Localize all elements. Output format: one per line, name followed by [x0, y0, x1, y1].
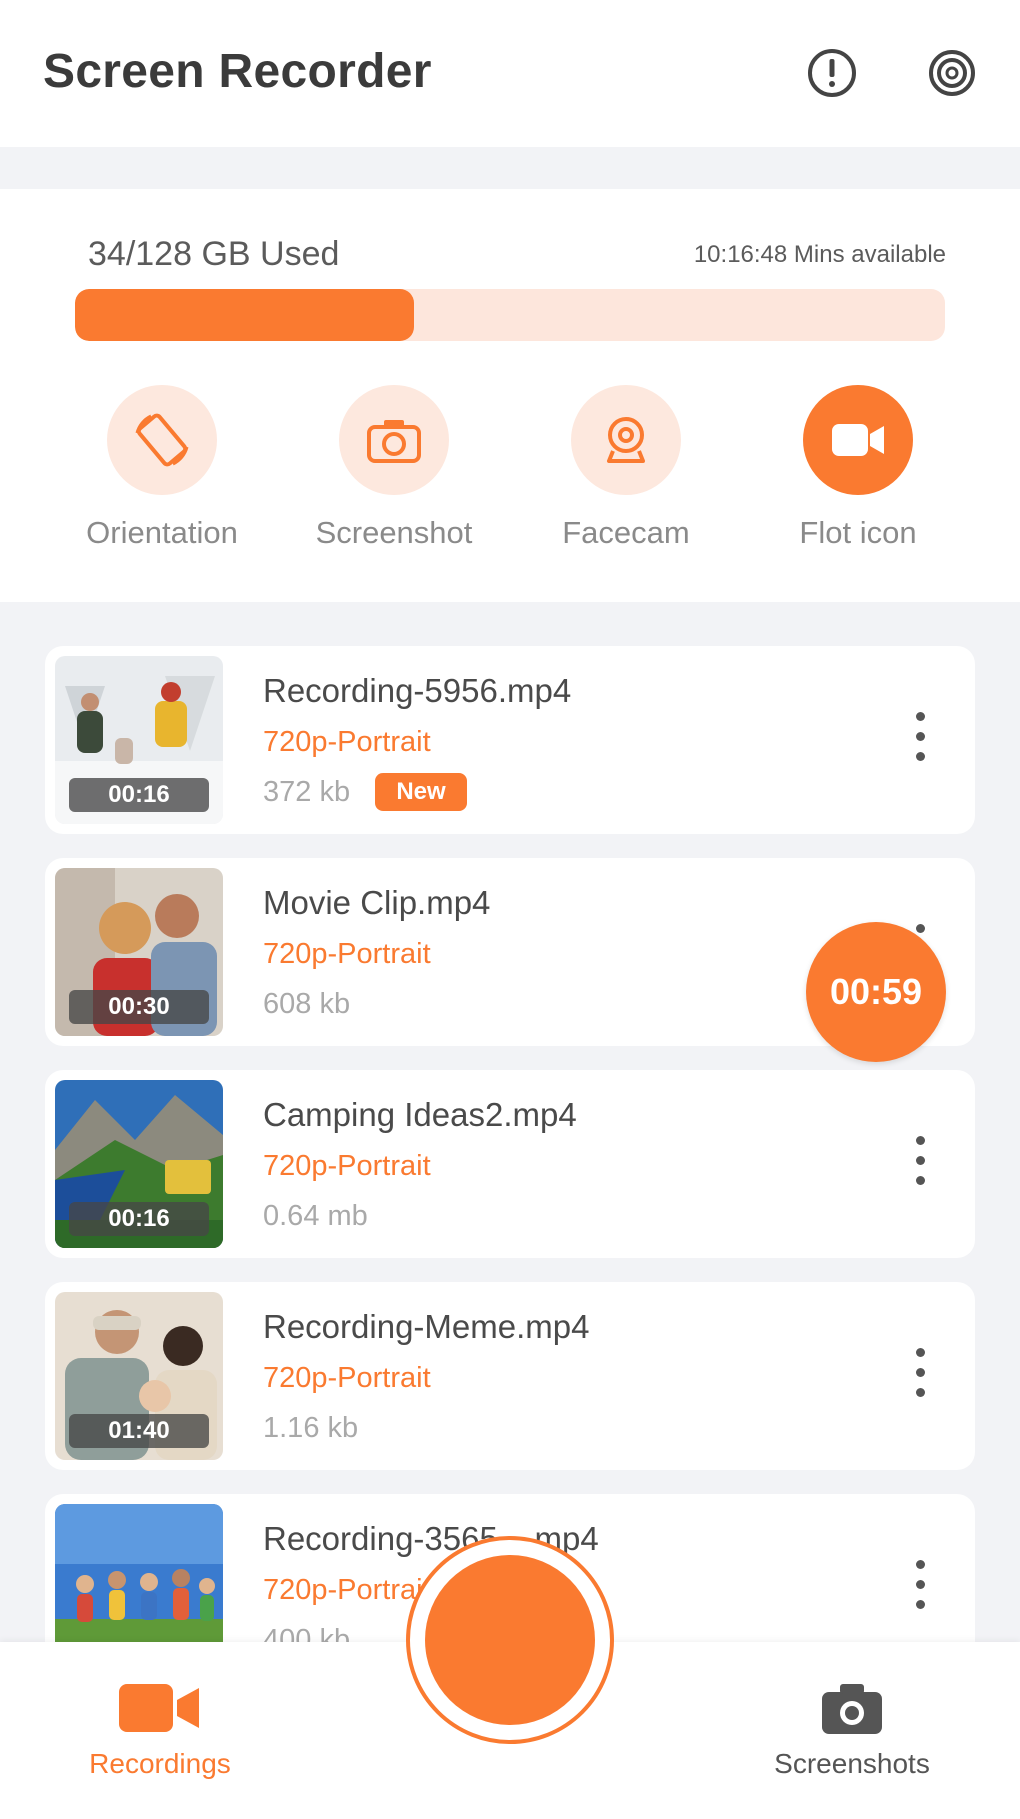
- info-circle-icon[interactable]: [805, 46, 859, 100]
- rotate-phone-icon: [135, 413, 189, 467]
- video-thumbnail: 00:30: [55, 868, 223, 1036]
- quick-actions: Orientation Screenshot Facecam Flot icon: [0, 385, 1020, 565]
- gear-icon[interactable]: [925, 46, 979, 100]
- recording-name: Camping Ideas2.mp4: [263, 1096, 577, 1133]
- float-icon-button[interactable]: Flot icon: [758, 385, 958, 565]
- more-options-icon[interactable]: [907, 712, 933, 772]
- storage-progress-bar: [75, 289, 945, 341]
- nav-recordings-label: Recordings: [89, 1748, 231, 1779]
- recording-resolution: 720p-Portrait: [263, 1150, 431, 1182]
- recording-name: Recording-Meme.mp4: [263, 1308, 590, 1345]
- video-thumbnail: [55, 1504, 223, 1642]
- recording-resolution: 720p-Portrait: [263, 1362, 431, 1394]
- nav-recordings-tab[interactable]: Recordings: [60, 1680, 260, 1810]
- floating-recording-timer[interactable]: 00:59: [806, 922, 946, 1062]
- facecam-button[interactable]: Facecam: [526, 385, 726, 565]
- video-camera-icon: [832, 424, 884, 456]
- camera-icon: [822, 1684, 882, 1734]
- app-title: Screen Recorder: [43, 45, 432, 98]
- video-thumbnail: 00:16: [55, 1080, 223, 1248]
- recordings-list: 00:16 Recording-5956.mp4 720p-Portrait 3…: [0, 602, 1020, 1642]
- duration-label: 01:40: [69, 1414, 209, 1448]
- nav-screenshots-tab[interactable]: Screenshots: [752, 1680, 952, 1810]
- screenshot-label: Screenshot: [315, 515, 473, 550]
- orientation-button[interactable]: Orientation: [62, 385, 262, 565]
- orientation-label: Orientation: [86, 515, 238, 550]
- recording-resolution: 720p-Portrait: [263, 726, 431, 758]
- recording-item[interactable]: 01:40 Recording-Meme.mp4 720p-Portrait 1…: [45, 1282, 975, 1470]
- video-thumbnail: 00:16: [55, 656, 223, 824]
- more-options-icon[interactable]: [907, 1136, 933, 1196]
- recording-item[interactable]: 00:16 Camping Ideas2.mp4 720p-Portrait 0…: [45, 1070, 975, 1258]
- duration-label: 00:16: [69, 1202, 209, 1236]
- video-camera-icon: [119, 1684, 199, 1732]
- more-options-icon[interactable]: [907, 1348, 933, 1408]
- float-icon-label: Flot icon: [799, 515, 917, 550]
- recording-resolution: 720p-Portrait: [263, 1574, 431, 1606]
- section-divider: [0, 147, 1020, 189]
- more-options-icon[interactable]: [907, 1560, 933, 1620]
- recording-name: Movie Clip.mp4: [263, 884, 491, 921]
- video-thumbnail: 01:40: [55, 1292, 223, 1460]
- camera-icon: [367, 420, 421, 463]
- new-badge: New: [375, 773, 467, 811]
- recording-size: 372 kb: [263, 776, 351, 808]
- recording-item[interactable]: 00:16 Recording-5956.mp4 720p-Portrait 3…: [45, 646, 975, 834]
- recording-resolution: 720p-Portrait: [263, 938, 431, 970]
- recording-size: 608 kb: [263, 988, 351, 1020]
- webcam-icon: [607, 417, 645, 463]
- facecam-label: Facecam: [562, 515, 690, 550]
- screenshot-button[interactable]: Screenshot: [294, 385, 494, 565]
- recording-size: 1.16 kb: [263, 1412, 359, 1444]
- recording-size: 400 kb: [263, 1624, 351, 1642]
- duration-label: 00:30: [69, 990, 209, 1024]
- storage-card: 34/128 GB Used 10:16:48 Mins available O…: [0, 189, 1020, 602]
- recording-size: 0.64 mb: [263, 1200, 368, 1232]
- storage-used-label: 34/128 GB Used: [88, 235, 340, 273]
- duration-label: 00:16: [69, 778, 209, 812]
- app-bar: Screen Recorder: [0, 0, 1020, 147]
- record-button[interactable]: [406, 1536, 614, 1744]
- storage-available-label: 10:16:48 Mins available: [693, 241, 946, 268]
- recording-name: Recording-5956.mp4: [263, 672, 572, 709]
- storage-progress-fill: [75, 289, 415, 341]
- nav-screenshots-label: Screenshots: [774, 1748, 930, 1779]
- record-button-core: [425, 1555, 595, 1725]
